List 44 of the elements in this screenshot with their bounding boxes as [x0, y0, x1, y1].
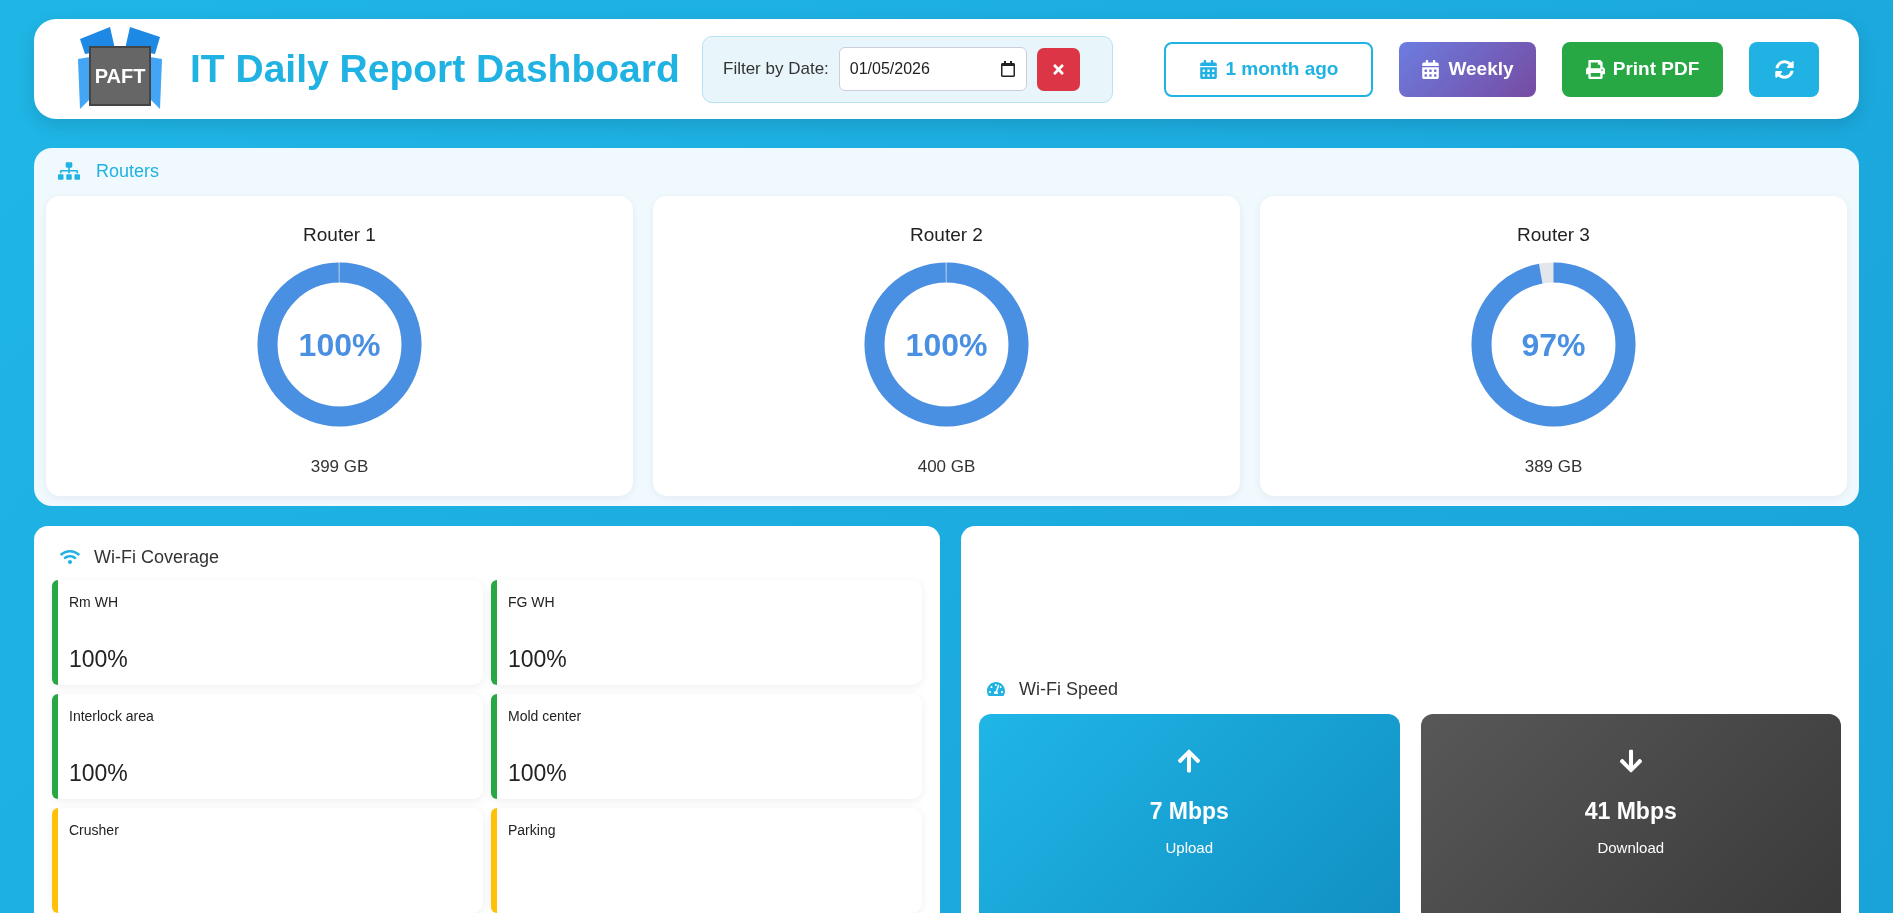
date-field[interactable]: 01/05/2026 — [838, 47, 1027, 91]
coverage-value: 100% — [69, 646, 129, 673]
wifi-icon — [60, 547, 80, 567]
coverage-value: 100% — [508, 760, 568, 787]
dashboard-title: IT Daily Report Dashboard — [190, 47, 680, 91]
clear-date-button[interactable] — [1036, 47, 1080, 91]
logo-drawing: PAFT — [70, 19, 170, 119]
section-title: Routers — [96, 160, 160, 182]
coverage-value: 100% — [69, 760, 129, 787]
router-percent: 100% — [905, 326, 988, 363]
router-name: Router 2 — [910, 224, 983, 246]
section-title: Wi-Fi Coverage — [94, 546, 220, 568]
router-name: Router 1 — [303, 224, 376, 246]
router-name: Router 3 — [1517, 224, 1590, 246]
speed-label: Download — [1597, 839, 1665, 856]
area-name: Interlock area — [69, 708, 155, 724]
refresh-icon — [1774, 59, 1794, 79]
area-name: Mold center — [508, 708, 583, 724]
speed-value: 7 Mbps — [1149, 798, 1229, 825]
speed-label: Upload — [1165, 839, 1213, 856]
calendar-icon[interactable] — [999, 61, 1016, 77]
header-button[interactable]: Print PDF — [1562, 41, 1723, 97]
header-button[interactable]: Weekly — [1399, 41, 1536, 97]
router-percent: 97% — [1521, 326, 1586, 363]
calendar-icon — [1198, 59, 1218, 79]
router-usage: 399 GB — [310, 457, 369, 477]
area-name: Rm WH — [69, 594, 119, 610]
arrow-down-icon — [1617, 748, 1644, 774]
router-usage: 400 GB — [917, 457, 976, 477]
speedometer-icon — [987, 680, 1005, 698]
arrow-up-icon — [1176, 748, 1203, 774]
coverage-value: 100% — [508, 646, 568, 673]
area-name: FG WH — [508, 594, 556, 610]
section-title: Wi-Fi Speed — [1019, 678, 1119, 700]
speed-value: 41 Mbps — [1584, 798, 1677, 825]
router-usage: 389 GB — [1524, 457, 1583, 477]
printer-icon — [1585, 59, 1605, 79]
refresh-button[interactable] — [1749, 41, 1819, 97]
network-icon — [58, 160, 80, 182]
router-percent: 100% — [298, 326, 381, 363]
filter-label: Filter by Date: — [723, 59, 829, 79]
area-name: Crusher — [69, 822, 120, 838]
calendar-icon — [1421, 59, 1441, 79]
area-name: Parking — [508, 822, 557, 838]
